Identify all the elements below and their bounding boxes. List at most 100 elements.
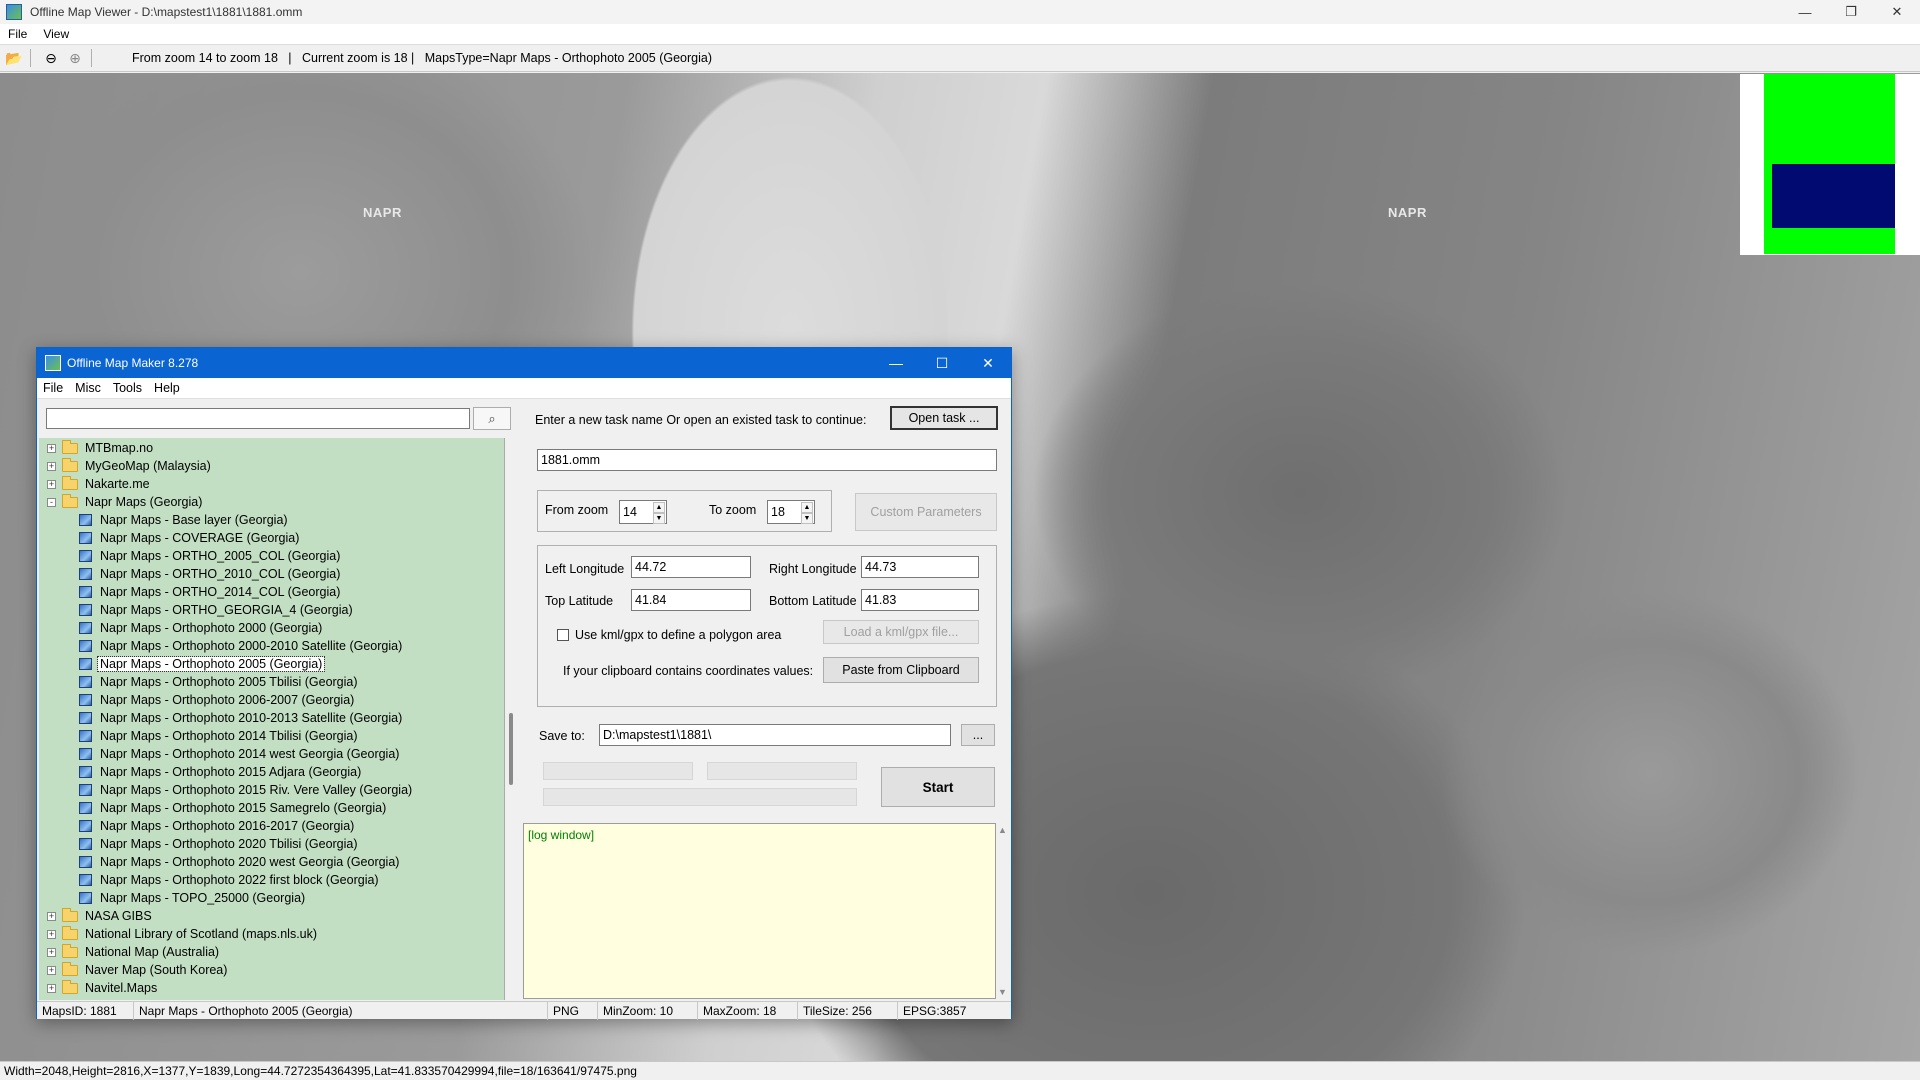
- load-kml-button[interactable]: Load a kml/gpx file...: [823, 620, 979, 644]
- minimap-download-area: [1772, 164, 1895, 228]
- menu-view[interactable]: View: [35, 27, 77, 41]
- tree-map-item[interactable]: Napr Maps - Orthophoto 2016-2017 (Georgi…: [79, 817, 356, 835]
- map-icon: [79, 874, 92, 886]
- expand-icon[interactable]: +: [47, 947, 56, 957]
- tree-map-item[interactable]: Napr Maps - Orthophoto 2022 first block …: [79, 871, 381, 889]
- tree-item-label: Napr Maps - Orthophoto 2010-2013 Satelli…: [100, 711, 403, 725]
- bottom-latitude-field[interactable]: 41.83: [861, 589, 979, 611]
- map-icon: [79, 838, 92, 850]
- minimize-icon[interactable]: —: [1782, 0, 1828, 24]
- tree-map-item[interactable]: Napr Maps - Orthophoto 2005 (Georgia): [79, 655, 326, 673]
- tree-folder-item[interactable]: + Nakarte.me: [47, 475, 152, 493]
- expand-icon[interactable]: +: [47, 911, 56, 921]
- from-zoom-stepper[interactable]: 14 ▲ ▼: [619, 500, 667, 524]
- minimize-icon[interactable]: —: [873, 348, 919, 378]
- map-icon: [79, 676, 92, 688]
- status-tile-size: TileSize: 256: [798, 1002, 898, 1020]
- use-kml-checkbox[interactable]: [557, 629, 569, 641]
- paste-from-clipboard-button[interactable]: Paste from Clipboard: [823, 657, 979, 683]
- tree-scrollbar-thumb[interactable]: [509, 713, 513, 785]
- expand-icon[interactable]: +: [47, 461, 56, 471]
- open-folder-icon[interactable]: 📂: [4, 48, 24, 68]
- tree-map-item[interactable]: Napr Maps - COVERAGE (Georgia): [79, 529, 301, 547]
- close-icon[interactable]: ✕: [1874, 0, 1920, 24]
- custom-parameters-button[interactable]: Custom Parameters: [855, 493, 997, 531]
- tree-folder-item[interactable]: + Naver Map (South Korea): [47, 961, 229, 979]
- tree-item-label: Napr Maps - Orthophoto 2000 (Georgia): [100, 621, 323, 635]
- tree-map-item[interactable]: Napr Maps - Orthophoto 2005 Tbilisi (Geo…: [79, 673, 360, 691]
- maximize-icon[interactable]: ☐: [919, 348, 965, 378]
- progress-bar-2: [707, 762, 857, 780]
- map-source-tree[interactable]: + MTBmap.no + MyGeoMap (Malaysia) + Nakarte.m…: [39, 438, 505, 1000]
- menu-help[interactable]: Help: [148, 381, 186, 395]
- restore-icon[interactable]: ❐: [1828, 0, 1874, 24]
- scroll-up-icon[interactable]: ▲: [998, 825, 1007, 835]
- open-task-button[interactable]: Open task ...: [890, 406, 998, 430]
- expand-icon[interactable]: +: [47, 983, 56, 993]
- minimap[interactable]: [1740, 74, 1920, 255]
- log-window[interactable]: [log window]: [523, 823, 996, 999]
- spin-up-icon[interactable]: ▲: [801, 502, 813, 513]
- tree-folder-item[interactable]: + Navitel.Maps: [47, 979, 159, 997]
- close-icon[interactable]: ✕: [965, 348, 1011, 378]
- tree-folder-item[interactable]: + MyGeoMap (Malaysia): [47, 457, 213, 475]
- tree-map-item[interactable]: Napr Maps - Base layer (Georgia): [79, 511, 290, 529]
- tree-folder-item[interactable]: + National Map (Australia): [47, 943, 221, 961]
- task-name-field[interactable]: 1881.omm: [537, 449, 997, 471]
- start-button[interactable]: Start: [881, 767, 995, 807]
- left-longitude-field[interactable]: 44.72: [631, 556, 751, 578]
- dialog-titlebar[interactable]: Offline Map Maker 8.278 — ☐ ✕: [37, 348, 1011, 378]
- tree-scrollbar[interactable]: [506, 438, 518, 1000]
- tree-folder-item[interactable]: - Napr Maps (Georgia): [47, 493, 204, 511]
- tree-item-label: Napr Maps - ORTHO_2010_COL (Georgia): [100, 567, 341, 581]
- expand-icon[interactable]: +: [47, 479, 56, 489]
- expand-icon[interactable]: +: [47, 929, 56, 939]
- map-search-input[interactable]: [46, 408, 470, 429]
- scroll-down-icon[interactable]: ▼: [998, 987, 1007, 997]
- expand-icon[interactable]: +: [47, 965, 56, 975]
- tree-map-item[interactable]: Napr Maps - Orthophoto 2000 (Georgia): [79, 619, 324, 637]
- viewer-statusbar: Width=2048,Height=2816,X=1377,Y=1839,Lon…: [0, 1061, 1920, 1080]
- save-path-field[interactable]: D:\mapstest1\1881\: [599, 724, 951, 746]
- tree-map-item[interactable]: Napr Maps - Orthophoto 2015 Adjara (Geor…: [79, 763, 363, 781]
- menu-tools[interactable]: Tools: [107, 381, 148, 395]
- tree-map-item[interactable]: Napr Maps - Orthophoto 2015 Riv. Vere Va…: [79, 781, 414, 799]
- tree-map-item[interactable]: Napr Maps - Orthophoto 2020 west Georgia…: [79, 853, 401, 871]
- tree-map-item[interactable]: Napr Maps - Orthophoto 2000-2010 Satelli…: [79, 637, 404, 655]
- browse-button[interactable]: ...: [961, 724, 995, 746]
- spin-down-icon[interactable]: ▼: [653, 513, 665, 524]
- tree-item-label: Nakarte.me: [85, 477, 150, 491]
- to-zoom-stepper[interactable]: 18 ▲ ▼: [767, 500, 815, 524]
- tree-map-item[interactable]: Napr Maps - Orthophoto 2020 Tbilisi (Geo…: [79, 835, 360, 853]
- tree-folder-item[interactable]: + MTBmap.no: [47, 439, 155, 457]
- tree-map-item[interactable]: Napr Maps - ORTHO_GEORGIA_4 (Georgia): [79, 601, 355, 619]
- collapse-icon[interactable]: -: [47, 497, 56, 507]
- from-zoom-label: From zoom: [545, 503, 609, 517]
- menu-misc[interactable]: Misc: [69, 381, 107, 395]
- log-scrollbar[interactable]: ▲ ▼: [996, 823, 1010, 999]
- top-latitude-field[interactable]: 41.84: [631, 589, 751, 611]
- tree-map-item[interactable]: Napr Maps - TOPO_25000 (Georgia): [79, 889, 307, 907]
- tree-folder-item[interactable]: + NASA GIBS: [47, 907, 154, 925]
- spin-up-icon[interactable]: ▲: [653, 502, 665, 513]
- expand-icon[interactable]: +: [47, 443, 56, 453]
- zoom-in-icon[interactable]: ⊕: [65, 48, 85, 68]
- search-button[interactable]: ⌕: [473, 407, 511, 430]
- tree-folder-item[interactable]: + National Library of Scotland (maps.nls.…: [47, 925, 319, 943]
- spin-down-icon[interactable]: ▼: [801, 513, 813, 524]
- menu-file[interactable]: File: [0, 27, 35, 41]
- tree-item-label: Napr Maps - Orthophoto 2022 first block …: [100, 873, 379, 887]
- tree-map-item[interactable]: Napr Maps - ORTHO_2005_COL (Georgia): [79, 547, 342, 565]
- tree-map-item[interactable]: Napr Maps - Orthophoto 2014 west Georgia…: [79, 745, 401, 763]
- tree-map-item[interactable]: Napr Maps - Orthophoto 2014 Tbilisi (Geo…: [79, 727, 360, 745]
- map-icon: [79, 586, 92, 598]
- zoom-out-icon[interactable]: ⊖: [41, 48, 61, 68]
- tree-map-item[interactable]: Napr Maps - ORTHO_2014_COL (Georgia): [79, 583, 342, 601]
- right-longitude-field[interactable]: 44.73: [861, 556, 979, 578]
- tree-map-item[interactable]: Napr Maps - ORTHO_2010_COL (Georgia): [79, 565, 342, 583]
- menu-file[interactable]: File: [37, 381, 69, 395]
- tree-map-item[interactable]: Napr Maps - Orthophoto 2015 Samegrelo (G…: [79, 799, 388, 817]
- tree-map-item[interactable]: Napr Maps - Orthophoto 2010-2013 Satelli…: [79, 709, 404, 727]
- map-icon: [79, 568, 92, 580]
- tree-map-item[interactable]: Napr Maps - Orthophoto 2006-2007 (Georgi…: [79, 691, 356, 709]
